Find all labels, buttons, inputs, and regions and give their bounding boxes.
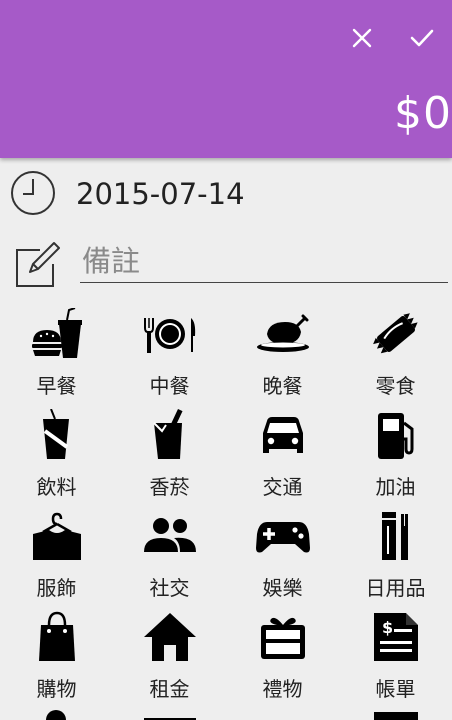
category-dinner[interactable]: 晚餐	[226, 302, 339, 403]
category-gas[interactable]: 加油	[339, 403, 452, 504]
drink-icon	[42, 409, 69, 459]
close-icon	[352, 28, 372, 48]
edit-icon	[16, 242, 60, 287]
category-label: 香菸	[149, 475, 190, 499]
category-label: 飲料	[36, 475, 77, 499]
lunch-icon	[143, 318, 195, 353]
category-snack[interactable]: 零食	[339, 302, 452, 403]
category-label: 加油	[375, 475, 416, 499]
category-entertainment[interactable]: 娛樂	[226, 504, 339, 605]
check-icon	[410, 29, 434, 47]
gamepad-icon	[255, 522, 310, 553]
top-app-bar: $0	[0, 0, 452, 158]
category-label: 日用品	[365, 576, 426, 600]
date-value[interactable]: 2015-07-14	[76, 177, 245, 211]
confirm-button[interactable]	[402, 18, 442, 58]
category-label: 租金	[149, 677, 190, 701]
category-drink[interactable]: 飲料	[0, 403, 113, 504]
category-cigarette[interactable]: 香菸	[113, 403, 226, 504]
category-label: 娛樂	[262, 576, 303, 600]
category-label: 中餐	[149, 374, 190, 398]
next-row-partial-icon	[46, 710, 418, 720]
gift-icon	[260, 617, 305, 659]
svg-text:$: $	[382, 618, 393, 637]
category-shopping[interactable]: 購物	[0, 605, 113, 706]
category-toiletries[interactable]: 日用品	[339, 504, 452, 605]
category-label: 早餐	[36, 374, 77, 398]
snack-icon	[372, 313, 418, 354]
category-clothing[interactable]: 服飾	[0, 504, 113, 605]
bill-icon: $	[373, 613, 418, 661]
clock-icon	[11, 171, 55, 215]
category-label: 禮物	[262, 677, 303, 701]
note-row	[0, 230, 452, 300]
category-label: 購物	[36, 677, 77, 701]
category-label: 交通	[262, 475, 303, 499]
category-lunch[interactable]: 中餐	[113, 302, 226, 403]
category-label: 零食	[375, 374, 416, 398]
breakfast-icon	[31, 308, 82, 358]
gas-icon	[377, 413, 413, 459]
cigarette-icon	[152, 409, 183, 459]
dinner-icon	[256, 314, 309, 352]
note-input[interactable]	[80, 240, 448, 283]
toiletries-icon	[381, 512, 408, 560]
category-label: 晚餐	[262, 374, 303, 398]
category-rent[interactable]: 租金	[113, 605, 226, 706]
date-row[interactable]: 2015-07-14	[0, 160, 452, 230]
category-breakfast[interactable]: 早餐	[0, 302, 113, 403]
category-label: 服飾	[36, 576, 77, 600]
category-social[interactable]: 社交	[113, 504, 226, 605]
category-transport[interactable]: 交通	[226, 403, 339, 504]
close-button[interactable]	[342, 18, 382, 58]
category-label: 帳單	[375, 677, 416, 701]
category-gift[interactable]: 禮物	[226, 605, 339, 706]
social-icon	[143, 518, 196, 552]
shopping-bag-icon	[38, 611, 75, 661]
category-label: 社交	[149, 576, 190, 600]
amount-display[interactable]: $0	[394, 88, 452, 139]
house-icon	[143, 613, 196, 661]
car-icon	[262, 417, 303, 453]
category-bill[interactable]: $ 帳單	[339, 605, 452, 706]
clothing-icon	[32, 512, 81, 560]
